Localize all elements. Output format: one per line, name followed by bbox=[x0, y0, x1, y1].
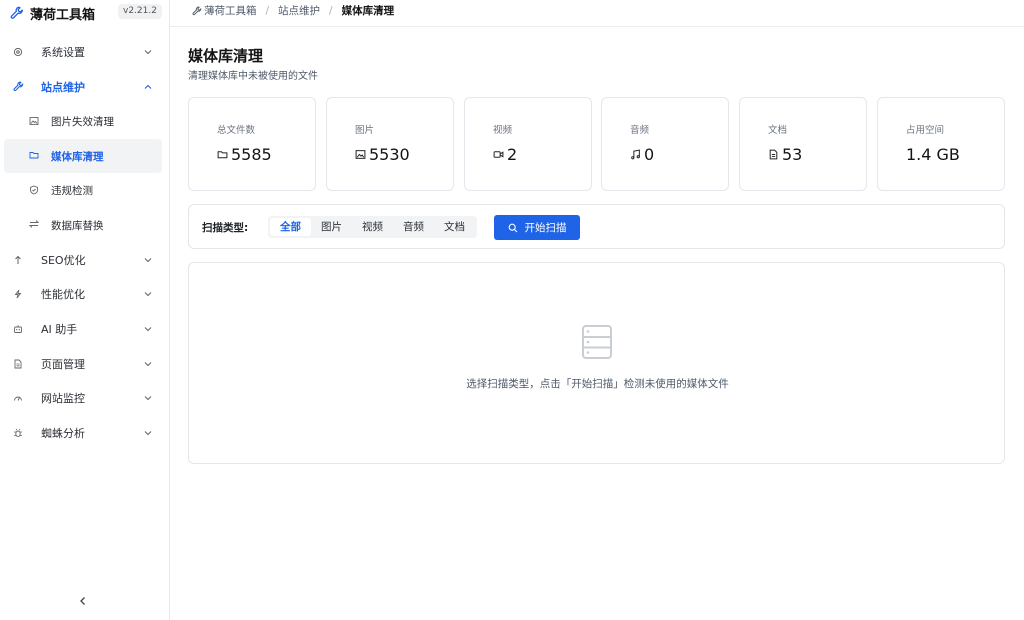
start-scan-label: 开始扫描 bbox=[524, 222, 567, 234]
chevron-down-icon bbox=[144, 361, 152, 366]
sidebar-subitem-label: 图片失效清理 bbox=[51, 116, 114, 129]
page-title: 媒体库清理 bbox=[188, 47, 264, 65]
stat-label: 总文件数 bbox=[217, 125, 256, 136]
wrench-icon bbox=[10, 6, 23, 19]
stat-value: 53 bbox=[782, 145, 803, 164]
page-icon bbox=[12, 358, 24, 370]
sidebar-subitem-label: 媒体库清理 bbox=[51, 150, 104, 163]
image-icon bbox=[355, 150, 366, 159]
server-icon bbox=[582, 325, 612, 359]
robot-icon bbox=[12, 323, 24, 335]
sidebar-menu: 系统设置 站点维护 图片失效清理 媒体库清理 违规检测 数据库替换 SEO优化 … bbox=[0, 35, 170, 450]
sidebar-subitem-label: 数据库替换 bbox=[51, 219, 104, 232]
sidebar-subitem-label: 违规检测 bbox=[51, 185, 93, 198]
scan-type-option-videos[interactable]: 视频 bbox=[352, 218, 393, 236]
scan-type-segmented: 全部 图片 视频 音频 文档 bbox=[268, 216, 477, 238]
sidebar-item-spider-analysis[interactable]: 蜘蛛分析 bbox=[0, 416, 170, 451]
bug-icon bbox=[12, 427, 24, 439]
stat-card-videos: 视频 2 bbox=[464, 97, 592, 191]
breadcrumb: 薄荷工具箱 / 站点维护 / 媒体库清理 bbox=[192, 3, 394, 18]
sidebar-subitem-db-replace[interactable]: 数据库替换 bbox=[0, 208, 170, 243]
swap-icon bbox=[28, 219, 39, 230]
sidebar-item-label: 性能优化 bbox=[41, 288, 85, 302]
stat-card-storage: 占用空间 1.4 GB bbox=[877, 97, 1005, 191]
scan-type-label: 扫描类型: bbox=[202, 222, 249, 234]
breadcrumb-current: 媒体库清理 bbox=[341, 5, 395, 17]
scan-type-option-all[interactable]: 全部 bbox=[270, 218, 311, 236]
stat-label: 图片 bbox=[355, 125, 375, 136]
breadcrumb-separator: / bbox=[265, 4, 270, 17]
sidebar-item-label: 站点维护 bbox=[41, 80, 85, 94]
search-icon bbox=[508, 223, 517, 232]
sidebar-item-label: AI 助手 bbox=[41, 323, 78, 337]
sidebar-item-label: SEO优化 bbox=[41, 253, 86, 267]
brand[interactable]: 薄荷工具箱 bbox=[10, 4, 96, 23]
stat-label: 视频 bbox=[493, 125, 513, 136]
stat-value: 0 bbox=[644, 145, 655, 164]
wrench-icon bbox=[12, 81, 24, 93]
stat-card-audio: 音频 0 bbox=[601, 97, 729, 191]
sidebar-item-site-monitor[interactable]: 网站监控 bbox=[0, 381, 170, 416]
image-icon bbox=[28, 115, 39, 126]
scan-type-option-images[interactable]: 图片 bbox=[311, 218, 352, 236]
folder-icon bbox=[28, 150, 39, 161]
chevron-left-icon[interactable] bbox=[76, 594, 90, 608]
lightning-icon bbox=[12, 288, 24, 300]
sidebar-item-seo[interactable]: SEO优化 bbox=[0, 243, 170, 278]
chevron-down-icon bbox=[144, 292, 152, 297]
brand-name: 薄荷工具箱 bbox=[30, 7, 96, 23]
chevron-down-icon bbox=[144, 327, 152, 332]
chevron-down-icon bbox=[144, 430, 152, 436]
breadcrumb-root[interactable]: 薄荷工具箱 bbox=[204, 3, 257, 18]
chevron-down-icon bbox=[144, 257, 152, 263]
page-subtitle: 清理媒体库中未被使用的文件 bbox=[188, 71, 318, 82]
scan-type-option-documents[interactable]: 文档 bbox=[434, 218, 475, 236]
sidebar-item-label: 网站监控 bbox=[41, 392, 85, 406]
breadcrumb-separator: / bbox=[329, 4, 333, 17]
header: 薄荷工具箱 / 站点维护 / 媒体库清理 bbox=[170, 0, 1024, 27]
shield-icon bbox=[28, 184, 39, 195]
sidebar-item-site-maintenance[interactable]: 站点维护 bbox=[0, 70, 170, 105]
sidebar-item-performance[interactable]: 性能优化 bbox=[0, 277, 170, 312]
sidebar-item-system-settings[interactable]: 系统设置 bbox=[0, 35, 170, 70]
stat-label: 音频 bbox=[630, 125, 650, 136]
stat-label: 文档 bbox=[768, 125, 788, 136]
sidebar-item-label: 系统设置 bbox=[41, 46, 85, 60]
sidebar-subitem-violation-check[interactable]: 违规检测 bbox=[0, 173, 170, 208]
music-icon bbox=[631, 149, 640, 160]
sidebar-subitem-image-cleanup[interactable]: 图片失效清理 bbox=[0, 104, 170, 139]
video-icon bbox=[493, 151, 504, 158]
stat-value: 5530 bbox=[369, 145, 410, 164]
results-panel: 选择扫描类型，点击「开始扫描」检测未使用的媒体文件 bbox=[188, 262, 1005, 464]
start-scan-button[interactable]: 开始扫描 bbox=[494, 215, 580, 240]
sidebar-item-page-management[interactable]: 页面管理 bbox=[0, 346, 170, 381]
stat-value: 5585 bbox=[231, 145, 272, 164]
sidebar-subitem-media-cleanup[interactable]: 媒体库清理 bbox=[4, 138, 162, 174]
sidebar-item-label: 蜘蛛分析 bbox=[41, 426, 85, 440]
wrench-icon bbox=[192, 5, 202, 15]
version-badge: v2.21.2 bbox=[118, 4, 162, 19]
chevron-down-icon bbox=[144, 50, 152, 55]
stat-card-total: 总文件数 5585 bbox=[188, 97, 316, 191]
chevron-down-icon bbox=[144, 396, 152, 401]
folder-icon bbox=[217, 151, 228, 159]
sidebar: 薄荷工具箱 v2.21.2 系统设置 站点维护 图片失效清理 媒体库清理 违规检… bbox=[0, 0, 170, 620]
scan-type-option-audio[interactable]: 音频 bbox=[393, 218, 434, 236]
stat-value: 2 bbox=[507, 145, 518, 164]
arrow-up-icon bbox=[12, 254, 24, 266]
breadcrumb-section[interactable]: 站点维护 bbox=[278, 3, 320, 18]
stat-label: 占用空间 bbox=[906, 125, 945, 136]
stat-card-documents: 文档 53 bbox=[739, 97, 867, 191]
stat-value: 1.4 GB bbox=[906, 145, 960, 164]
gear-icon bbox=[12, 46, 24, 58]
gauge-icon bbox=[12, 392, 24, 404]
empty-state-text: 选择扫描类型，点击「开始扫描」检测未使用的媒体文件 bbox=[466, 378, 729, 390]
chevron-up-icon bbox=[144, 84, 152, 89]
scan-filter-bar: 扫描类型: 全部 图片 视频 音频 文档 开始扫描 bbox=[188, 204, 1005, 249]
stat-card-images: 图片 5530 bbox=[326, 97, 454, 191]
sidebar-item-label: 页面管理 bbox=[41, 357, 85, 371]
document-icon bbox=[769, 149, 778, 160]
sidebar-item-ai-assistant[interactable]: AI 助手 bbox=[0, 312, 170, 347]
